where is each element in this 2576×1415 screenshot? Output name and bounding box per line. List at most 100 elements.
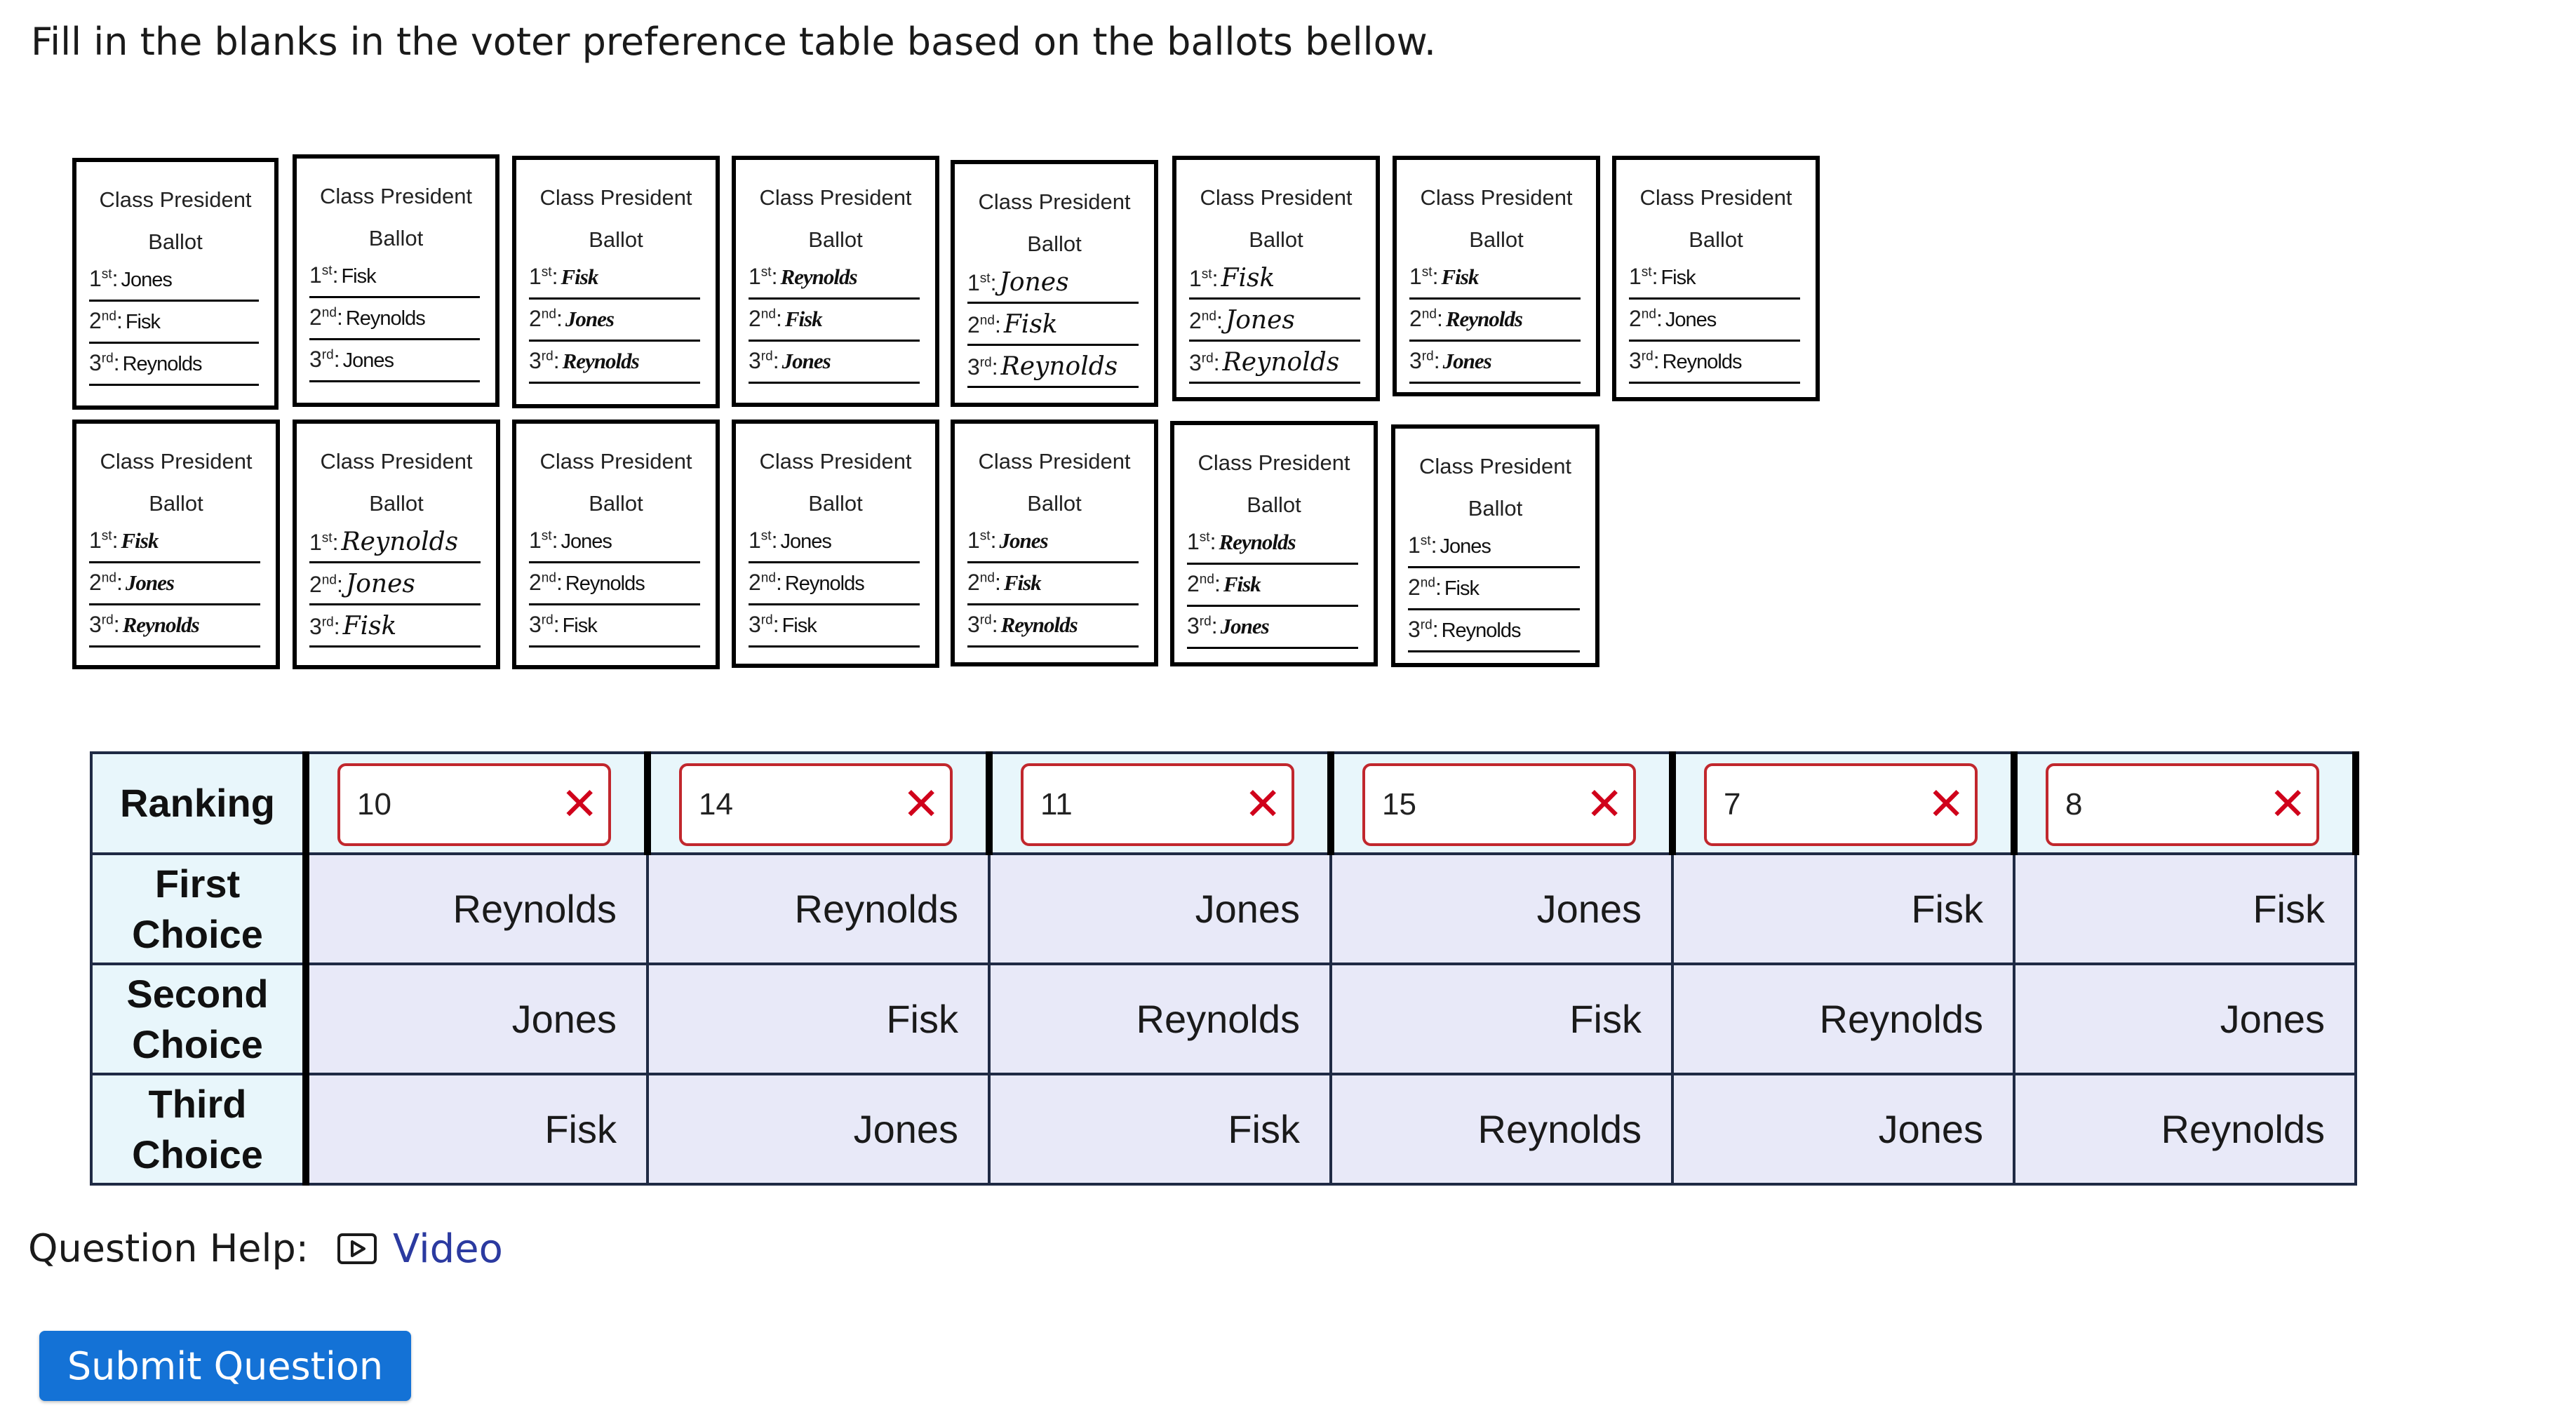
ordinal-suffix: rd [760,612,773,628]
ballot-card: Class President Ballot 1st: Jones 2nd: Fisk 3r… [951,420,1158,666]
ballot-subtitle: Ballot [369,491,424,516]
ballot-ordinal: 2nd: [1408,575,1442,600]
ordinal-colon: : [771,528,778,553]
ballot-third-choice-line: 3rd: Reynolds [1189,348,1360,384]
ballot-subtitle: Ballot [1247,492,1301,517]
ballot-second-choice-line: 2nd: Reynolds [1409,306,1581,342]
ordinal-number: 2 [749,306,761,331]
ordinal-number: 3 [749,348,761,373]
ballot-subtitle: Ballot [1689,227,1743,252]
ordinal-colon: : [990,270,997,295]
ballot-third-choice-line: 3rd: Reynolds [967,352,1139,388]
ballot-candidate-name: Reynolds [562,349,640,373]
ranking-count-input[interactable]: 8 ✕ [2046,763,2319,846]
ordinal-number: 1 [529,528,542,553]
ordinal-colon: : [1213,350,1220,375]
ballot-title: Class President [759,449,912,474]
ballot-candidate-name: Reynolds [122,612,200,637]
question-help-label: Question Help: [28,1226,309,1270]
ranking-cell: 8 ✕ [2011,751,2359,855]
ballot-card: Class President Ballot 1st: Jones 2nd: Fisk 3r… [72,158,279,410]
ordinal-colon: : [1209,529,1216,554]
ordinal-colon: : [1212,266,1219,291]
incorrect-x-icon: ✕ [1927,779,1965,831]
ballot-ordinal: 2nd: [529,570,563,595]
ordinal-suffix: rd [1421,349,1434,364]
ranking-count-input[interactable]: 11 ✕ [1021,763,1294,846]
ballot-third-choice-line: 3rd: Fisk [749,612,920,648]
ballot-ordinal: 1st: [529,264,558,289]
ordinal-number: 3 [529,612,542,637]
ballot-third-choice-line: 3rd: Jones [749,348,920,384]
ballot-second-choice-line: 2nd: Fisk [1187,571,1358,607]
ballot-first-choice-line: 1st: Jones [967,528,1139,563]
ballot-second-choice-line: 2nd: Reynolds [529,570,700,605]
ballot-card: Class President Ballot 1st: Fisk 2nd: Reynold… [293,154,499,407]
ranking-count-value: 14 [699,787,733,821]
ordinal-colon: : [991,354,998,380]
ordinal-number: 2 [967,312,980,337]
second-choice-cell: Fisk [1329,963,1674,1075]
ballot-subtitle: Ballot [1027,491,1082,516]
ballot-candidate-name: Fisk [341,265,376,288]
ordinal-suffix: nd [979,313,995,328]
ballot-first-choice-line: 1st: Fisk [1629,264,1800,300]
ordinal-number: 1 [309,262,322,288]
ordinal-colon: : [994,312,1001,337]
ballot-second-choice-line: 2nd: Reynolds [749,570,920,605]
ballot-ordinal: 2nd: [749,306,782,331]
ballot-candidate-name: Fisk [561,264,598,289]
ordinal-colon: : [775,306,782,331]
ordinal-number: 2 [749,570,761,595]
third-choice-cell: Reynolds [1329,1073,1674,1186]
ranking-count-input[interactable]: 15 ✕ [1362,763,1636,846]
ballot-candidate-name: Jones [125,570,175,595]
ballot-ordinal: 3rd: [749,612,779,637]
video-help-link[interactable]: Video [337,1223,503,1274]
ballot-ordinal: 3rd: [89,612,120,637]
ranking-count-input[interactable]: 14 ✕ [679,763,953,846]
ballot-candidate-name: Reynolds [1662,351,1743,373]
ballot-second-choice-line: 2nd: Jones [309,570,481,605]
ballot-second-choice-line: 2nd: Fisk [1408,575,1580,610]
ranking-count-value: 15 [1382,787,1416,821]
ballot-subtitle: Ballot [589,227,643,252]
incorrect-x-icon: ✕ [561,779,598,831]
ballot-candidate-name: Jones [781,349,831,373]
ballot-candidate-name: Reynolds [1441,619,1522,642]
ordinal-suffix: st [541,528,552,544]
ordinal-suffix: nd [979,570,995,586]
ordinal-number: 3 [967,354,980,380]
ordinal-colon: : [1653,348,1660,373]
ordinal-number: 2 [1189,308,1202,333]
ballot-first-choice-line: 1st: Jones [749,528,920,563]
ballot-candidate-name: Fisk [1221,264,1275,293]
ballot-ordinal: 2nd: [1629,306,1663,331]
ballot-first-choice-line: 1st: Reynolds [309,528,481,563]
ballot-subtitle: Ballot [1249,227,1303,252]
ranking-count-value: 10 [357,787,391,821]
ballot-first-choice-line: 1st: Jones [1408,532,1580,568]
ordinal-number: 3 [1629,348,1642,373]
ranking-cell: 15 ✕ [1327,751,1674,855]
submit-question-button[interactable]: Submit Question [39,1331,411,1401]
ballot-candidate-name: Fisk [1223,572,1261,596]
incorrect-x-icon: ✕ [1585,779,1623,831]
ordinal-colon: : [771,264,778,289]
ordinal-colon: : [116,308,123,333]
ballot-title: Class President [1198,450,1350,475]
ordinal-suffix: st [321,530,333,546]
ballot-candidate-name: Reynolds [1219,530,1296,554]
ballot-candidate-name: Fisk [1003,310,1058,339]
video-link-label[interactable]: Video [393,1226,503,1272]
ballot-ordinal: 3rd: [89,350,120,375]
ballot-ordinal: 1st: [749,528,777,553]
ordinal-number: 1 [749,264,761,289]
ballot-title: Class President [99,187,252,212]
ordinal-colon: : [332,530,339,555]
ranking-count-input[interactable]: 7 ✕ [1704,763,1978,846]
ranking-count-input[interactable]: 10 ✕ [337,763,611,846]
ranking-count-value: 8 [2065,787,2083,821]
ordinal-colon: : [994,570,1001,595]
ballot-first-choice-line: 1st: Jones [89,266,259,302]
